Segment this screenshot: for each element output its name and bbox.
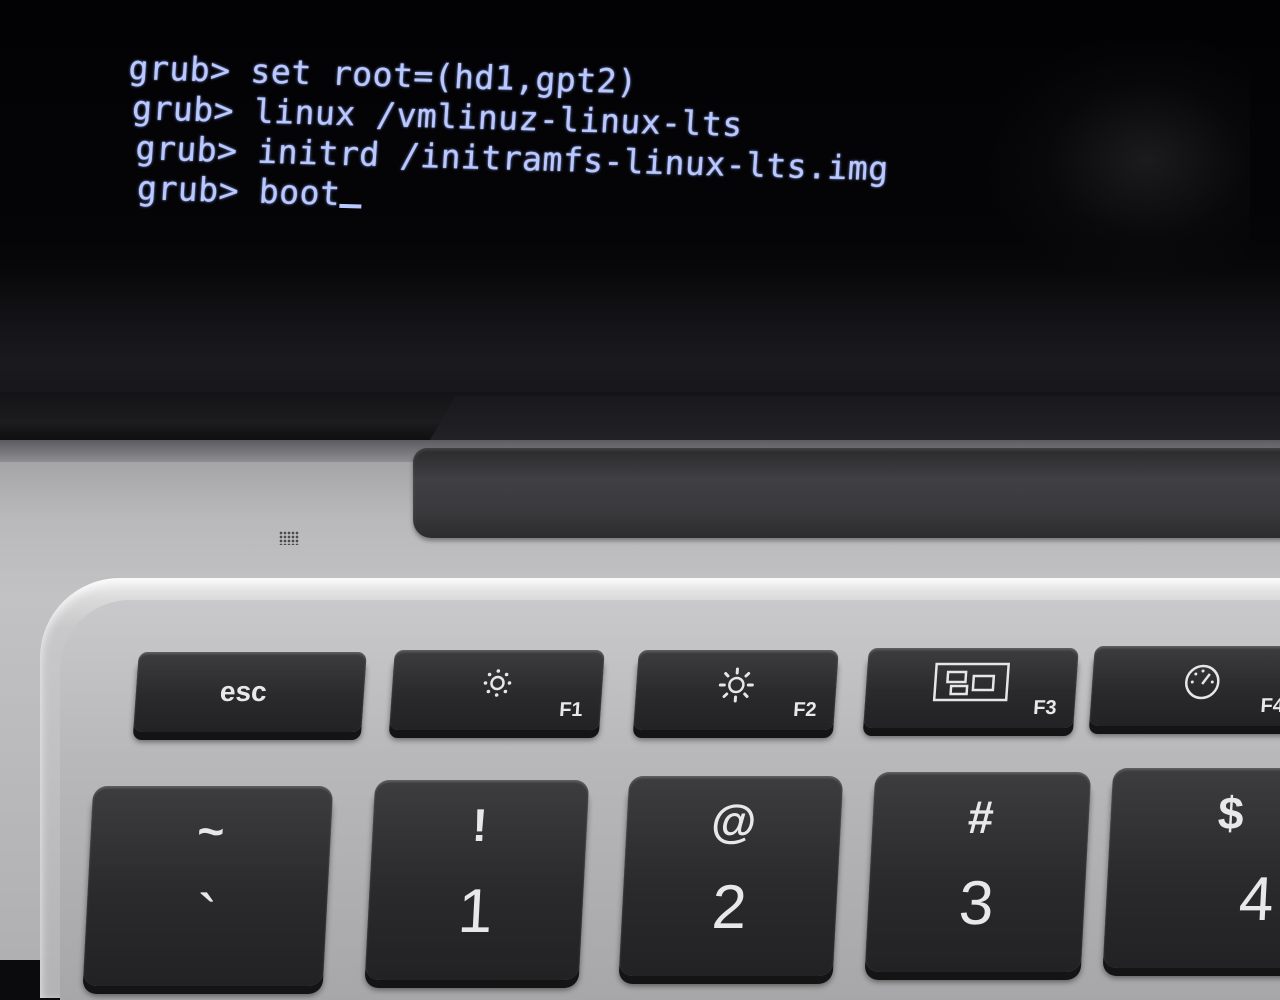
key-4[interactable]: $ 4 bbox=[1103, 768, 1280, 968]
tilde-key-symbol: ~ bbox=[196, 804, 226, 858]
screen-reflection bbox=[990, 40, 1250, 280]
tilde-key[interactable]: ~ ` bbox=[83, 786, 333, 986]
key-4-symbol: $ bbox=[1217, 786, 1245, 840]
key-1[interactable]: ! 1 bbox=[365, 780, 589, 980]
key-3-label: 3 bbox=[957, 868, 995, 939]
f2-key[interactable]: F2 bbox=[633, 650, 839, 730]
key-4-label: 4 bbox=[1237, 864, 1275, 935]
text-cursor bbox=[340, 204, 362, 209]
grub-prompt: grub> bbox=[131, 88, 235, 131]
key-2-symbol: @ bbox=[710, 794, 758, 848]
esc-key[interactable]: esc bbox=[133, 652, 367, 732]
key-3[interactable]: # 3 bbox=[865, 772, 1091, 972]
f1-key[interactable]: F1 bbox=[389, 650, 605, 730]
console-command: boot bbox=[258, 172, 342, 214]
backtick-key-label: ` bbox=[194, 882, 218, 953]
grub-prompt: grub> bbox=[134, 128, 238, 171]
key-3-symbol: # bbox=[967, 790, 995, 844]
key-2-label: 2 bbox=[710, 872, 748, 943]
esc-key-label: esc bbox=[219, 676, 268, 708]
brightness-down-icon bbox=[479, 666, 516, 704]
f2-key-label: F2 bbox=[792, 699, 817, 722]
grub-prompt: grub> bbox=[127, 48, 231, 91]
f4-key-label: F4 bbox=[1260, 695, 1280, 718]
laptop-screen: grub> set root=(hd1,gpt2) grub> linux /v… bbox=[0, 0, 1280, 440]
key-1-symbol: ! bbox=[471, 798, 489, 852]
key-1-label: 1 bbox=[456, 876, 494, 947]
display-hinge bbox=[413, 448, 1280, 538]
f1-key-label: F1 bbox=[558, 699, 583, 722]
grub-console: grub> set root=(hd1,gpt2) grub> linux /v… bbox=[120, 48, 895, 229]
brightness-up-icon bbox=[716, 666, 757, 708]
f3-key[interactable]: F3 bbox=[863, 648, 1079, 728]
mission-control-icon bbox=[932, 662, 1011, 706]
bezel-step bbox=[430, 396, 1280, 440]
key-2[interactable]: @ 2 bbox=[619, 776, 843, 976]
grub-prompt: grub> bbox=[136, 168, 240, 211]
microphone-grille bbox=[279, 531, 299, 545]
dashboard-icon bbox=[1181, 662, 1224, 706]
f3-key-label: F3 bbox=[1032, 697, 1057, 720]
f4-key[interactable]: F4 bbox=[1089, 646, 1280, 726]
